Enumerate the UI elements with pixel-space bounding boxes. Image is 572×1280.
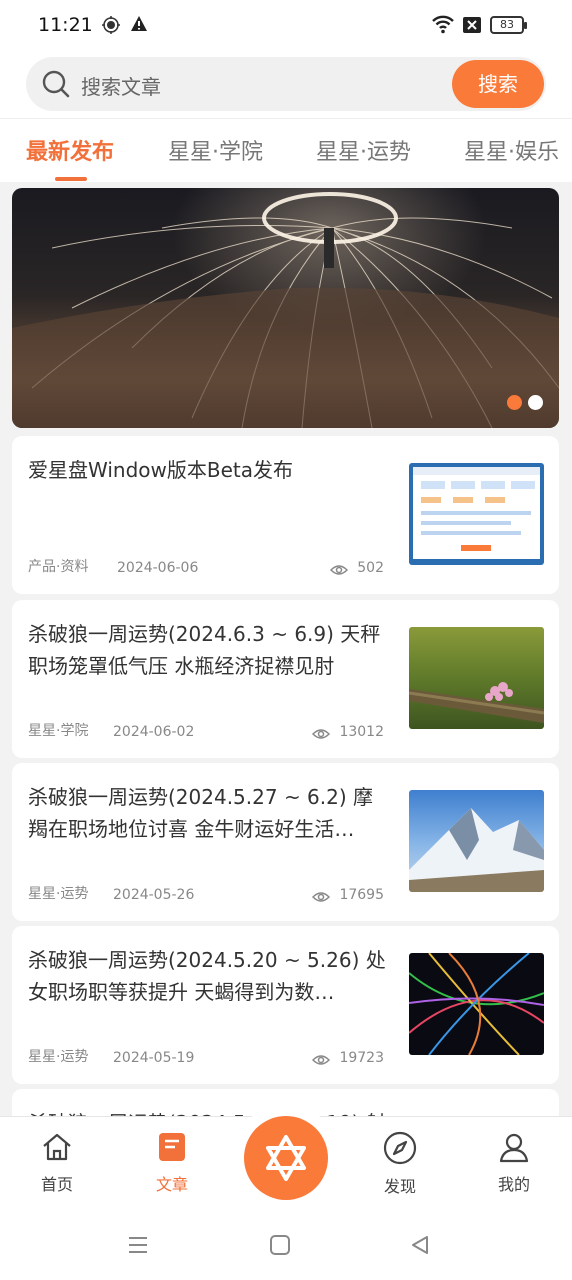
article-title: 杀破狼一周运势(2024.5.20 ~ 5.26) 处女职场职等获提升 天蝎得到…	[28, 948, 386, 1004]
article-card[interactable]: 爱星盘Window版本Beta发布 产品·资料 2024-06-06 502	[12, 436, 559, 594]
status-bar: 11:21 83	[0, 0, 572, 50]
article-date: 2024-05-26	[113, 887, 195, 903]
nav-profile[interactable]: 我的	[474, 1131, 554, 1195]
article-date: 2024-05-19	[113, 1050, 195, 1066]
article-thumbnail	[409, 463, 544, 565]
nav-home[interactable]: 首页	[17, 1131, 97, 1195]
tab-academy[interactable]: 星星·学院	[168, 134, 263, 166]
banner-carousel[interactable]	[12, 188, 559, 428]
home-icon	[43, 1133, 71, 1161]
nav-articles[interactable]: 文章	[132, 1131, 212, 1195]
article-title: 爱星盘Window版本Beta发布	[28, 458, 293, 482]
article-card[interactable]: 杀破狼一周运势(2024.5.20 ~ 5.26) 处女职场职等获提升 天蝎得到…	[12, 926, 559, 1084]
nav-articles-label: 文章	[155, 1175, 188, 1194]
tab-entertainment[interactable]: 星星·娱乐	[464, 134, 559, 166]
search-placeholder: 搜索文章	[81, 75, 161, 99]
eye-icon	[330, 565, 348, 575]
search-icon	[42, 70, 70, 98]
eye-icon	[312, 892, 330, 902]
article-category: 星星·学院	[28, 723, 89, 739]
article-card[interactable]: 杀破狼一周运势(2024.6.3 ~ 6.9) 天秤职场笼罩低气压 水瓶经济捉襟…	[12, 600, 559, 758]
location-icon	[102, 16, 120, 34]
carousel-dot-active[interactable]	[507, 395, 522, 410]
user-icon	[499, 1133, 529, 1163]
status-time: 11:21	[38, 14, 93, 36]
banner-image	[12, 192, 559, 428]
tab-active-indicator	[55, 177, 87, 181]
battery-indicator: 83	[490, 16, 527, 34]
article-category: 星星·运势	[28, 886, 89, 902]
eye-icon	[312, 729, 330, 739]
article-icon	[159, 1133, 185, 1161]
article-views: 502	[357, 560, 384, 576]
article-date: 2024-06-02	[113, 724, 195, 740]
article-views: 17695	[339, 887, 384, 903]
system-navigation-bar	[0, 1212, 572, 1280]
search-bar: 搜索文章 搜索	[0, 50, 572, 118]
carousel-dot[interactable]	[528, 395, 543, 410]
center-star-button[interactable]	[244, 1116, 328, 1200]
nav-home-label: 首页	[40, 1175, 73, 1194]
hexagram-icon	[266, 1135, 306, 1181]
tab-latest[interactable]: 最新发布	[26, 134, 114, 166]
warning-icon	[131, 16, 147, 31]
article-date: 2024-06-06	[117, 560, 199, 576]
home-square-icon[interactable]	[269, 1234, 291, 1256]
search-input[interactable]: 搜索文章 搜索	[26, 57, 546, 111]
article-views: 13012	[339, 724, 384, 740]
sim-off-icon	[463, 17, 481, 33]
compass-icon	[383, 1131, 417, 1165]
nav-profile-label: 我的	[497, 1175, 530, 1194]
article-card[interactable]: 杀破狼一周运势(2024.5.27 ~ 6.2) 摩羯在职场地位讨喜 金牛财运好…	[12, 763, 559, 921]
eye-icon	[312, 1055, 330, 1065]
article-category: 产品·资料	[28, 559, 89, 575]
article-views: 19723	[339, 1050, 384, 1066]
article-thumbnail	[409, 953, 544, 1055]
article-title: 杀破狼一周运势(2024.5.27 ~ 6.2) 摩羯在职场地位讨喜 金牛财运好…	[28, 785, 374, 841]
menu-icon[interactable]	[127, 1234, 149, 1256]
nav-discover[interactable]: 发现	[360, 1131, 440, 1197]
wifi-icon	[432, 15, 454, 34]
search-button[interactable]: 搜索	[452, 60, 544, 108]
article-thumbnail	[409, 790, 544, 892]
tab-horoscope[interactable]: 星星·运势	[316, 134, 411, 166]
article-title: 杀破狼一周运势(2024.6.3 ~ 6.9) 天秤职场笼罩低气压 水瓶经济捉襟…	[28, 622, 381, 678]
back-icon[interactable]	[409, 1234, 431, 1256]
nav-discover-label: 发现	[383, 1177, 416, 1196]
article-category: 星星·运势	[28, 1049, 89, 1065]
category-tabs: 最新发布 星星·学院 星星·运势 星星·娱乐	[0, 118, 572, 182]
article-thumbnail	[409, 627, 544, 729]
